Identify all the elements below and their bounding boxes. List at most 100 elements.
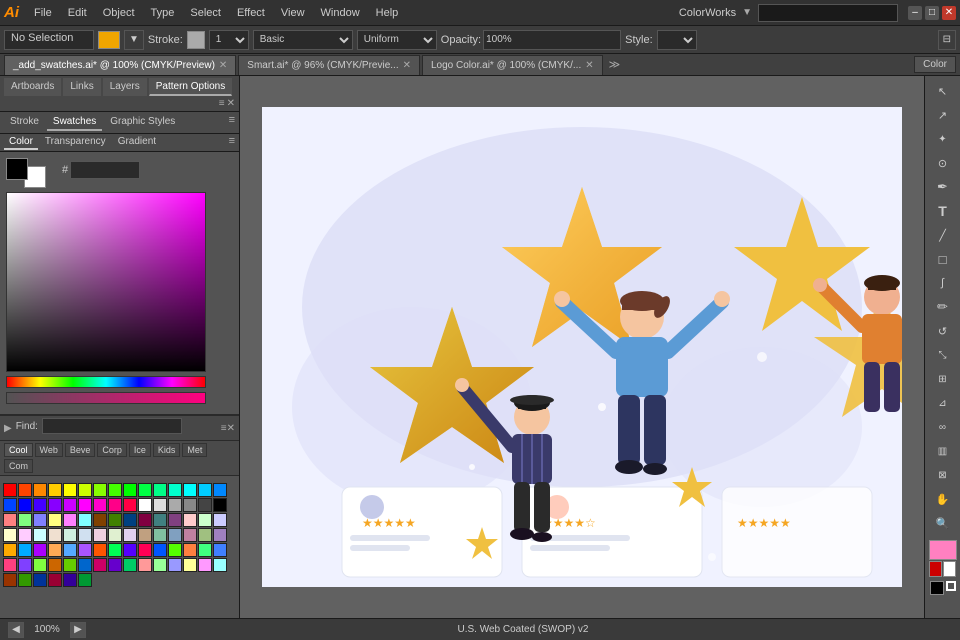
swatch-cell-8[interactable]	[123, 483, 137, 497]
swatch-cell-22[interactable]	[108, 498, 122, 512]
variable-width-select[interactable]: Uniform	[357, 30, 437, 50]
swatch-cell-68[interactable]	[123, 543, 137, 557]
swatch-cell-9[interactable]	[138, 483, 152, 497]
swatch-cell-93[interactable]	[48, 573, 62, 587]
menu-object[interactable]: Object	[96, 5, 142, 21]
swatch-cell-6[interactable]	[93, 483, 107, 497]
color-panel-menu[interactable]: ≡	[229, 135, 235, 150]
menu-edit[interactable]: Edit	[61, 5, 94, 21]
menu-file[interactable]: File	[27, 5, 59, 21]
swatch-cell-57[interactable]	[183, 528, 197, 542]
menu-window[interactable]: Window	[314, 5, 367, 21]
swatch-cell-70[interactable]	[153, 543, 167, 557]
panel-tab-layers[interactable]: Layers	[103, 78, 147, 96]
swatch-cell-62[interactable]	[33, 543, 47, 557]
swatch-cell-49[interactable]	[63, 528, 77, 542]
swatch-cell-65[interactable]	[78, 543, 92, 557]
swatch-cell-74[interactable]	[213, 543, 227, 557]
swatch-cell-47[interactable]	[33, 528, 47, 542]
swatch-cell-82[interactable]	[108, 558, 122, 572]
menu-select[interactable]: Select	[183, 5, 228, 21]
swatch-cell-61[interactable]	[18, 543, 32, 557]
maximize-button[interactable]: □	[925, 6, 939, 20]
stroke-box[interactable]	[930, 581, 944, 595]
swatch-cell-95[interactable]	[78, 573, 92, 587]
swatch-cell-92[interactable]	[33, 573, 47, 587]
sub-tab-stroke[interactable]: Stroke	[4, 114, 45, 131]
swatch-lib-ice[interactable]: Ice	[129, 443, 151, 457]
swatches-close-button[interactable]: ✕	[227, 423, 235, 434]
swatch-cell-40[interactable]	[153, 513, 167, 527]
menu-effect[interactable]: Effect	[230, 5, 272, 21]
scale-tool-btn[interactable]: ⤡	[929, 344, 957, 366]
zoom-tool-btn[interactable]: 🔍	[929, 512, 957, 534]
swatch-cell-67[interactable]	[108, 543, 122, 557]
fill-dropdown[interactable]: ▼	[124, 30, 144, 50]
swatch-cell-50[interactable]	[78, 528, 92, 542]
swatch-cell-42[interactable]	[183, 513, 197, 527]
slice-tool-btn[interactable]: ⊠	[929, 464, 957, 486]
transform-tool-btn[interactable]: ⊞	[929, 368, 957, 390]
swatch-lib-beve[interactable]: Beve	[65, 443, 96, 457]
align-button[interactable]: ⊟	[938, 30, 956, 50]
swatch-lib-web[interactable]: Web	[35, 443, 63, 457]
stroke-weight-select[interactable]: 123	[209, 30, 249, 50]
hand-tool-btn[interactable]: ✋	[929, 488, 957, 510]
canvas-area[interactable]: ★★★★★ ★★★★☆ ★★★★★	[240, 76, 924, 618]
more-tabs-button[interactable]: ≫	[605, 58, 625, 71]
stroke-color-swatch[interactable]	[187, 31, 205, 49]
swatch-cell-52[interactable]	[108, 528, 122, 542]
swatches-collapse-icon[interactable]: ▶	[4, 423, 12, 434]
lasso-tool-btn[interactable]: ⊙	[929, 152, 957, 174]
swatch-cell-83[interactable]	[123, 558, 137, 572]
white-color-swatch-r[interactable]	[943, 561, 956, 577]
swatch-lib-kids[interactable]: Kids	[153, 443, 181, 457]
swatch-cell-1[interactable]	[18, 483, 32, 497]
opacity-input[interactable]	[483, 30, 621, 50]
swatch-cell-35[interactable]	[78, 513, 92, 527]
panel-tab-artboards[interactable]: Artboards	[4, 78, 61, 96]
swatch-cell-73[interactable]	[198, 543, 212, 557]
tab-1[interactable]: Smart.ai* @ 96% (CMYK/Previe... ✕	[238, 55, 420, 75]
swatch-cell-37[interactable]	[108, 513, 122, 527]
swatch-cell-34[interactable]	[63, 513, 77, 527]
swatch-cell-43[interactable]	[198, 513, 212, 527]
swatch-lib-com[interactable]: Com	[4, 459, 33, 473]
swatch-cell-63[interactable]	[48, 543, 62, 557]
swatch-cell-91[interactable]	[18, 573, 32, 587]
magic-wand-tool-btn[interactable]: ✦	[929, 128, 957, 150]
swatch-cell-36[interactable]	[93, 513, 107, 527]
swatch-cell-71[interactable]	[168, 543, 182, 557]
panel-tab-pattern[interactable]: Pattern Options	[149, 78, 232, 96]
swatch-cell-5[interactable]	[78, 483, 92, 497]
menu-view[interactable]: View	[274, 5, 312, 21]
hue-slider[interactable]	[6, 376, 206, 388]
swatch-cell-32[interactable]	[33, 513, 47, 527]
type-tool-btn[interactable]: T	[929, 200, 957, 222]
swatch-lib-corp[interactable]: Corp	[97, 443, 127, 457]
sub-tab-swatches[interactable]: Swatches	[47, 114, 102, 131]
swatch-cell-24[interactable]	[138, 498, 152, 512]
swatch-cell-46[interactable]	[18, 528, 32, 542]
swatch-cell-78[interactable]	[48, 558, 62, 572]
selection-tool-btn[interactable]: ↖	[929, 80, 957, 102]
panel-options-button[interactable]: ≡	[219, 98, 225, 109]
swatch-cell-28[interactable]	[198, 498, 212, 512]
swatch-cell-39[interactable]	[138, 513, 152, 527]
csub-tab-transparency[interactable]: Transparency	[40, 135, 111, 150]
swatch-cell-26[interactable]	[168, 498, 182, 512]
sub-tab-graphic-styles[interactable]: Graphic Styles	[104, 114, 181, 131]
style-select[interactable]	[657, 30, 697, 50]
swatch-cell-48[interactable]	[48, 528, 62, 542]
line-tool-btn[interactable]: ╱	[929, 224, 957, 246]
swatch-cell-51[interactable]	[93, 528, 107, 542]
swatch-cell-66[interactable]	[93, 543, 107, 557]
pencil-tool-btn[interactable]: ✏	[929, 296, 957, 318]
swatch-cell-17[interactable]	[33, 498, 47, 512]
nav-prev-button[interactable]: ◀	[8, 622, 24, 638]
swatch-cell-84[interactable]	[138, 558, 152, 572]
swatch-cell-87[interactable]	[183, 558, 197, 572]
menu-help[interactable]: Help	[369, 5, 406, 21]
swatch-cell-31[interactable]	[18, 513, 32, 527]
swatch-cell-38[interactable]	[123, 513, 137, 527]
